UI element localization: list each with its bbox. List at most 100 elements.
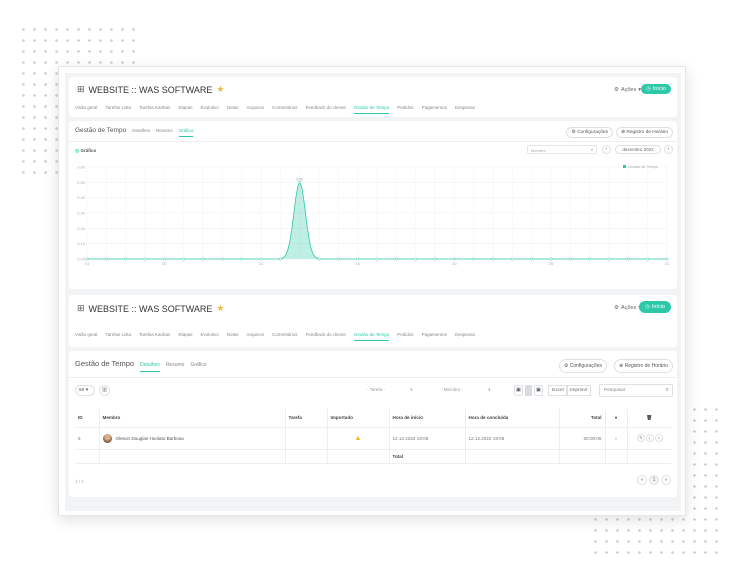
next-month-button[interactable]: › [664, 145, 673, 154]
data-point [394, 257, 398, 261]
tab-gest-o-de-tempo[interactable]: Gestão de Tempo [353, 105, 390, 114]
search-input[interactable]: Pesquisar ⌕ [599, 384, 673, 397]
star-icon[interactable]: ★ [216, 84, 224, 95]
col-hora-inicio[interactable]: Hora de início [389, 409, 466, 428]
col-id[interactable]: ID [75, 409, 100, 428]
tab-coment-rios[interactable]: Comentários [272, 332, 298, 341]
acoes-dropdown[interactable]: ⚙ Ações ▾ [614, 87, 641, 93]
member-link[interactable]: Oleson Douglas Hoolato Barbosa [116, 436, 184, 441]
next-page-button[interactable]: » [661, 475, 671, 485]
subtab-gr-fico[interactable]: Gráfico [190, 362, 206, 371]
month-label: dezembro 2022 [615, 145, 661, 154]
col-total[interactable]: Total [559, 409, 606, 428]
col-tarefa[interactable]: Tarefa [285, 409, 328, 428]
imprimir-button[interactable]: Imprimir [566, 385, 592, 396]
registro-horario-button[interactable]: ⊕ Registro de Horário [616, 127, 673, 138]
divider [69, 377, 677, 378]
y-tick-label: 0.20 [77, 226, 86, 231]
data-point [182, 257, 186, 261]
tab-etapas[interactable]: Etapas [178, 105, 192, 114]
data-point [298, 180, 302, 184]
subtab-resumo[interactable]: Resumo [166, 362, 185, 371]
page-current[interactable]: 1 [649, 475, 659, 485]
data-point [665, 257, 669, 261]
prev-month-button[interactable]: ‹ [602, 145, 611, 154]
prev-page-button[interactable]: « [637, 475, 647, 485]
start-date-button[interactable]: ▣ [514, 385, 523, 396]
y-tick-label: 0.60 [77, 165, 86, 170]
y-tick-label: 0.10 [77, 241, 86, 246]
peak-data-label: 0.50 [296, 177, 303, 181]
col-importado[interactable]: Importado [327, 409, 390, 428]
tab-vis-o-geral[interactable]: Visão geral [75, 105, 97, 114]
gear-icon: ⚙ [571, 130, 576, 135]
data-point [530, 257, 534, 261]
columns-toggle-button[interactable]: ▥ [99, 385, 110, 396]
data-point [491, 257, 495, 261]
tab-arquivos[interactable]: Arquivos [247, 105, 265, 114]
edit-icon[interactable]: ✎ [636, 434, 645, 442]
y-tick-label: 0.50 [77, 180, 86, 185]
end-date-button[interactable]: ▣ [534, 385, 543, 396]
tab-arquivos[interactable]: Arquivos [247, 332, 265, 341]
tab-tarefas-lista[interactable]: Tarefas Lista [105, 105, 131, 114]
calendar-icon: ▣ [536, 387, 541, 393]
inicio-button[interactable]: ◷ Início [641, 84, 671, 94]
table-card: Gestão de Tempo Detalhes Resumo Gráfico ⚙ … [69, 351, 677, 497]
tab-pagamentos[interactable]: Pagamentos [422, 332, 447, 341]
tarefa-filter[interactable]: - Tarefa - ▾ [367, 387, 412, 393]
project-header: ⊞ WEBSITE :: WAS SOFTWARE ★ ⚙ Ações ▾ ◷ … [69, 77, 677, 117]
tab-vis-o-geral[interactable]: Visão geral [75, 332, 97, 341]
warning-icon: ▲ [354, 434, 362, 442]
section-title: Gestão de Tempo [75, 127, 127, 134]
configuracoes-button[interactable]: ⚙ Configurações [558, 359, 607, 373]
info-icon[interactable]: i [645, 434, 654, 442]
time-table: ID Membro Tarefa Importado Hora de iníci… [75, 409, 671, 464]
star-icon[interactable]: ★ [216, 303, 224, 314]
tab-coment-rios[interactable]: Comentários [272, 105, 298, 114]
tab-evolutivo[interactable]: Evolutivo [201, 105, 219, 114]
tab-tarefas-kanban[interactable]: Tarefas Kanban [139, 105, 171, 114]
data-point [104, 257, 108, 261]
subtab-detalhes[interactable]: Detalhes [132, 128, 150, 136]
comment-icon[interactable]: ○ [615, 436, 618, 441]
tab-notas[interactable]: Notas [227, 332, 239, 341]
page-size-select[interactable]: 50 ▾ [75, 385, 95, 396]
project-header-2: ⊞ WEBSITE :: WAS SOFTWARE ★ ⚙ Ações ▾ ◷ … [69, 295, 677, 347]
table-subheader: Gestão de Tempo Detalhes Resumo Gráfico [75, 359, 207, 372]
col-membro[interactable]: Membro [99, 409, 286, 428]
clock-icon: ◷ [645, 304, 650, 310]
acoes-dropdown[interactable]: ⚙ Ações ▾ [614, 305, 641, 311]
membro-filter[interactable]: - Membro - ▾ [441, 387, 491, 393]
registro-horario-button[interactable]: ⊕ Registro de Horário [614, 359, 673, 373]
tab-despesas[interactable]: Despesas [455, 105, 475, 114]
tab-notas[interactable]: Notas [227, 105, 239, 114]
subtab-resumo[interactable]: Resumo [156, 128, 173, 136]
inicio-button[interactable]: ◷ Início [639, 301, 671, 313]
close-icon[interactable]: × [654, 434, 663, 442]
tab-pedidos[interactable]: Pedidos [397, 332, 413, 341]
excel-button[interactable]: Excel [548, 385, 568, 396]
pagination: « 1 » [637, 475, 671, 485]
tab-despesas[interactable]: Despesas [455, 332, 475, 341]
tab-pedidos[interactable]: Pedidos [397, 105, 413, 114]
tab-feedback-do-cliente[interactable]: Feedback do cliente [306, 332, 346, 341]
subtab-gr-fico[interactable]: Gráfico [178, 128, 194, 137]
cell-total: 00:00:06 [559, 427, 606, 450]
configuracoes-button[interactable]: ⚙ Configurações [566, 127, 613, 138]
cell-empty [559, 449, 606, 464]
tab-feedback-do-cliente[interactable]: Feedback do cliente [306, 105, 346, 114]
tab-tarefas-lista[interactable]: Tarefas Lista [105, 332, 131, 341]
membro-select[interactable]: Membro ▾ [527, 145, 597, 154]
tab-etapas[interactable]: Etapas [178, 332, 192, 341]
bar-chart-icon: ▥ [75, 148, 80, 153]
col-hora-concluida[interactable]: Hora de concluída [465, 409, 560, 428]
totals-row: Total [75, 449, 671, 464]
tab-gest-o-de-tempo[interactable]: Gestão de Tempo [353, 332, 390, 341]
subtab-detalhes[interactable]: Detalhes [140, 362, 160, 372]
tab-evolutivo[interactable]: Evolutivo [201, 332, 219, 341]
clock-icon: ◷ [646, 86, 651, 92]
tab-pagamentos[interactable]: Pagamentos [422, 105, 447, 114]
tab-tarefas-kanban[interactable]: Tarefas Kanban [139, 332, 171, 341]
data-point [549, 257, 553, 261]
